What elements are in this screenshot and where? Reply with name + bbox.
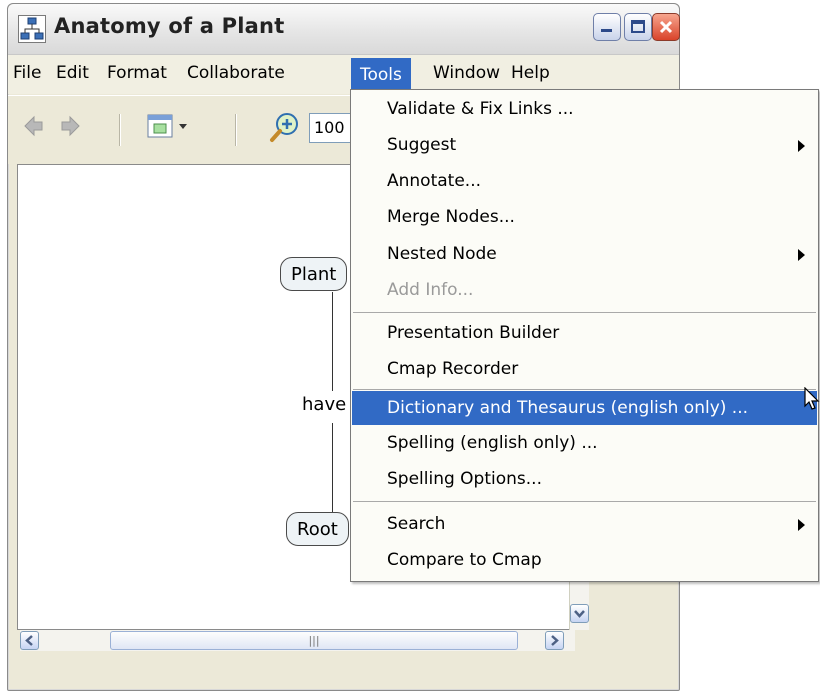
zoom-in-icon[interactable] xyxy=(269,112,301,149)
scroll-thumb[interactable]: ||| xyxy=(110,631,518,650)
scroll-right-button[interactable] xyxy=(545,631,564,650)
menu-item-validate-fix-links[interactable]: Validate & Fix Links ... xyxy=(352,93,817,126)
toolbar-separator xyxy=(119,114,121,146)
menu-item-nested-node[interactable]: Nested Node xyxy=(352,238,817,271)
menu-edit[interactable]: Edit xyxy=(53,63,92,83)
view-options-icon[interactable] xyxy=(146,112,192,147)
window-title: Anatomy of a Plant xyxy=(54,14,285,38)
menu-item-label: Cmap Recorder xyxy=(387,359,519,379)
toolbar-separator xyxy=(235,114,237,146)
menu-separator xyxy=(353,389,816,390)
concept-node-plant[interactable]: Plant xyxy=(280,257,348,291)
submenu-arrow-icon xyxy=(798,519,805,531)
menu-item-merge-nodes[interactable]: Merge Nodes... xyxy=(352,201,817,234)
horizontal-scrollbar[interactable]: ||| xyxy=(20,630,575,651)
menu-item-label: Suggest xyxy=(387,135,457,155)
menu-tools[interactable]: Tools xyxy=(351,58,411,92)
menu-item-cmap-recorder[interactable]: Cmap Recorder xyxy=(352,353,817,386)
menu-item-label: Dictionary and Thesaurus (english only) … xyxy=(387,398,749,418)
menu-item-label: Presentation Builder xyxy=(387,323,560,343)
maximize-button[interactable] xyxy=(624,13,652,41)
close-button[interactable] xyxy=(652,13,680,41)
tools-menu-dropdown: Validate & Fix Links ... Suggest Annotat… xyxy=(350,89,819,582)
menu-help[interactable]: Help xyxy=(508,63,553,83)
menu-item-label: Compare to Cmap xyxy=(387,550,542,570)
menu-item-label: Annotate... xyxy=(387,171,481,191)
menu-item-annotate[interactable]: Annotate... xyxy=(352,165,817,198)
menu-item-compare-to-cmap[interactable]: Compare to Cmap xyxy=(352,544,817,577)
scroll-left-button[interactable] xyxy=(20,631,39,650)
menu-window[interactable]: Window xyxy=(430,63,503,83)
submenu-arrow-icon xyxy=(798,140,805,152)
back-arrow-icon[interactable] xyxy=(22,112,46,145)
menu-item-label: Merge Nodes... xyxy=(387,207,515,227)
menu-separator xyxy=(353,501,816,502)
menu-item-spelling[interactable]: Spelling (english only) ... xyxy=(352,427,817,460)
menu-item-suggest[interactable]: Suggest xyxy=(352,129,817,162)
menu-item-add-info: Add Info... xyxy=(352,274,817,307)
title-bar[interactable]: Anatomy of a Plant xyxy=(8,4,680,55)
menu-item-search[interactable]: Search xyxy=(352,508,817,541)
concept-node-root[interactable]: Root xyxy=(286,512,349,546)
minimize-button[interactable] xyxy=(593,13,621,41)
submenu-arrow-icon xyxy=(798,249,805,261)
link-line xyxy=(332,292,333,391)
menu-collaborate[interactable]: Collaborate xyxy=(184,63,288,83)
menu-item-dictionary-thesaurus[interactable]: Dictionary and Thesaurus (english only) … xyxy=(352,391,817,425)
scroll-down-button[interactable] xyxy=(570,604,589,623)
menu-item-label: Nested Node xyxy=(387,244,497,264)
menu-item-label: Validate & Fix Links ... xyxy=(387,99,574,119)
cmap-app-icon[interactable] xyxy=(18,15,46,43)
menu-item-label: Add Info... xyxy=(387,280,474,300)
link-line xyxy=(332,423,333,513)
menu-item-label: Spelling Options... xyxy=(387,469,542,489)
menu-item-presentation-builder[interactable]: Presentation Builder xyxy=(352,317,817,350)
forward-arrow-icon[interactable] xyxy=(58,112,82,145)
menu-format[interactable]: Format xyxy=(104,63,170,83)
link-phrase-have[interactable]: have xyxy=(302,394,347,415)
menu-item-label: Search xyxy=(387,514,446,534)
mouse-pointer-icon xyxy=(804,386,820,418)
menu-item-label: Spelling (english only) ... xyxy=(387,433,598,453)
menu-file[interactable]: File xyxy=(10,63,44,83)
menu-item-spelling-options[interactable]: Spelling Options... xyxy=(352,463,817,496)
menu-separator xyxy=(353,312,816,313)
